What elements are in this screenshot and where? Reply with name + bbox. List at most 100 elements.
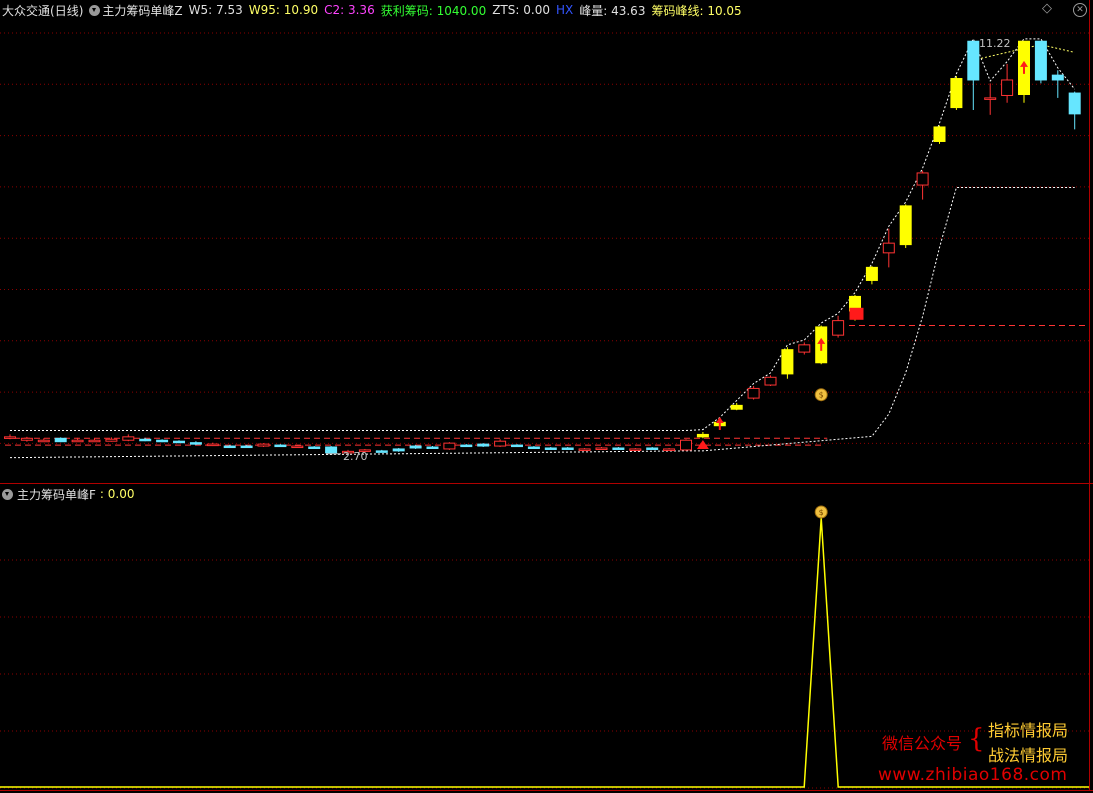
money-bag-symbol: $ — [819, 391, 824, 400]
candle-body — [375, 450, 388, 453]
main-indicator-header: 大众交通 (日线) 主力筹码单峰Z W5: 7.53 W95: 10.90 C2:… — [2, 2, 742, 18]
candle-body — [511, 444, 523, 448]
candle-body — [426, 446, 439, 450]
candle — [578, 447, 591, 451]
sub-indicator-name[interactable]: 主力筹码单峰F — [17, 486, 96, 503]
candle-body — [291, 445, 304, 449]
candle — [882, 228, 895, 268]
watermark-line-1: 指标情报局 — [988, 721, 1069, 740]
candle-body — [916, 172, 929, 186]
candle — [1034, 40, 1047, 84]
candle — [544, 447, 557, 450]
money-bag-icon: $ — [814, 505, 828, 519]
candle-body — [240, 445, 253, 449]
candle-body — [105, 438, 118, 442]
candle-body — [933, 126, 946, 142]
candle — [494, 439, 507, 448]
candle-body — [764, 376, 777, 386]
candle-body — [1034, 40, 1047, 81]
watermark-line-2: 战法情报局 — [988, 746, 1069, 765]
candle — [629, 447, 642, 451]
candle-body — [1001, 79, 1014, 96]
candle — [54, 437, 67, 443]
triangle-marker-icon — [696, 439, 709, 449]
zts-value: ZTS: 0.00 — [492, 3, 550, 17]
peak-volume-value: 峰量: 43.63 — [579, 3, 646, 18]
wechat-label: 微信公众号 — [882, 734, 963, 753]
candle — [37, 438, 50, 443]
stock-name[interactable]: 大众交通 — [2, 2, 50, 19]
candle — [561, 447, 574, 450]
chip-peak-line-value: 筹码峰线: 10.05 — [651, 3, 742, 18]
candle — [20, 436, 33, 442]
close-icon[interactable]: ✕ — [1073, 3, 1087, 17]
candle — [781, 347, 794, 379]
candle-body — [798, 344, 811, 353]
candle-body — [37, 439, 50, 443]
high-price-label: 11.22 — [979, 37, 1011, 50]
candle-body — [325, 446, 338, 454]
candle — [899, 204, 912, 248]
candle-body — [88, 439, 101, 443]
candle — [1051, 70, 1064, 98]
candle — [122, 434, 135, 442]
candle-body — [122, 436, 135, 441]
candle — [460, 444, 473, 448]
signal-block — [849, 307, 864, 320]
diamond-icon[interactable]: ◇ — [1042, 1, 1052, 16]
sub-indicator-menu-icon[interactable] — [2, 488, 13, 500]
candle — [189, 441, 202, 446]
candle — [274, 444, 287, 448]
candle-body — [308, 446, 321, 450]
indicator-name[interactable]: 主力筹码单峰Z — [102, 2, 182, 19]
candle — [798, 342, 811, 355]
candle-body — [629, 448, 642, 451]
candle-body — [494, 440, 507, 447]
bottom-border — [0, 790, 1093, 791]
indicator-menu-icon[interactable] — [89, 4, 101, 16]
watermark-url[interactable]: www.zhibiao168.com — [878, 765, 1067, 785]
candle — [88, 438, 101, 443]
candle-body — [189, 442, 202, 445]
candle — [1001, 64, 1014, 103]
money-bag-icon: $ — [814, 388, 828, 402]
candle — [325, 446, 338, 454]
candle-body — [680, 439, 692, 451]
candle-body — [156, 439, 169, 443]
candle-body — [663, 448, 676, 451]
candle — [443, 442, 456, 450]
candle — [680, 439, 692, 451]
candle — [595, 447, 608, 450]
candle-body — [865, 266, 878, 281]
candle-body — [561, 447, 574, 450]
candle — [764, 375, 777, 386]
candle-body — [781, 349, 794, 375]
upper-band-line — [10, 37, 1076, 432]
candle-body — [274, 444, 287, 448]
candle-body — [984, 97, 997, 100]
candle-body — [409, 445, 422, 449]
candlestick-chart[interactable]: $11.22 2.70 — [0, 0, 1089, 483]
candle — [257, 443, 270, 448]
candle — [375, 449, 388, 453]
profit-chips-value: 获利筹码: 1040.00 — [380, 3, 487, 18]
sub-indicator-header: 主力筹码单峰F : 0.00 — [2, 486, 134, 502]
w95-value: W95: 10.90 — [248, 3, 319, 17]
candle-body — [257, 443, 270, 447]
candle-body — [696, 433, 709, 438]
candle-body — [595, 447, 608, 450]
main-chart-panel[interactable]: $11.22 2.70 — [0, 0, 1089, 483]
candle — [747, 386, 760, 400]
candle — [71, 437, 84, 443]
candle — [646, 447, 659, 450]
candle-body — [612, 447, 625, 450]
candle — [4, 434, 16, 440]
candle-body — [967, 40, 980, 81]
candle-body — [392, 448, 405, 452]
candle-body — [882, 242, 895, 254]
candle — [527, 446, 540, 450]
candle-body — [646, 447, 659, 450]
candle-body — [730, 404, 743, 410]
candle — [291, 445, 304, 449]
candle-body — [4, 436, 16, 439]
